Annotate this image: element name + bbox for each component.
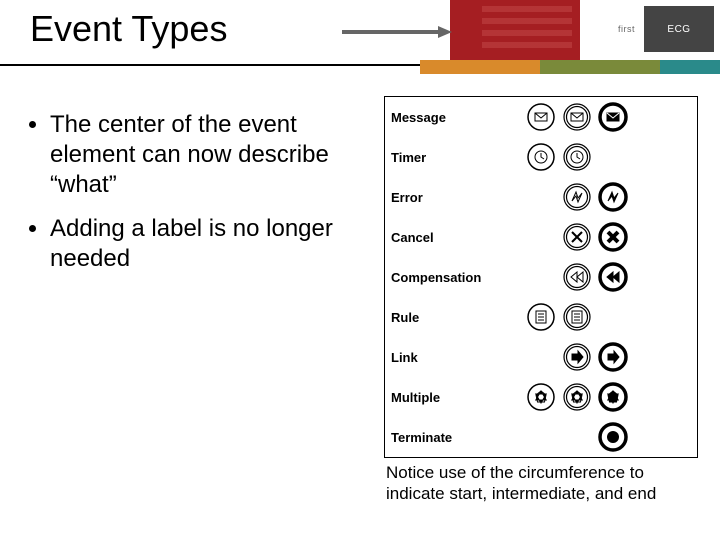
slide: Event Types ECG The center of the event … [0, 0, 720, 540]
cancel-end-icon [598, 222, 628, 252]
table-row: Error [385, 177, 697, 217]
event-types-table: MessageTimerErrorCancelCompensationRuleL… [384, 96, 698, 458]
clock-start-icon [526, 142, 556, 172]
event-type-icons [517, 257, 697, 297]
event-type-icons [517, 177, 697, 217]
envelope-intermediate-icon [562, 102, 592, 132]
link-end-icon [598, 342, 628, 372]
event-type-label: Link [385, 337, 517, 377]
table-row: Timer [385, 137, 697, 177]
header-graphic: ECG [460, 0, 720, 80]
header-bar-olive [540, 60, 660, 74]
event-type-label: Compensation [385, 257, 517, 297]
event-type-icons [517, 417, 697, 457]
header-red-block [450, 0, 580, 60]
event-type-icons [517, 137, 697, 177]
event-type-icons [517, 297, 697, 337]
event-type-label: Rule [385, 297, 517, 337]
event-type-label: Cancel [385, 217, 517, 257]
bullet-item: The center of the event element can now … [50, 110, 358, 200]
multiple-intermediate-icon [562, 382, 592, 412]
link-intermediate-icon [562, 342, 592, 372]
multiple-end-icon [598, 382, 628, 412]
table-row: Terminate [385, 417, 697, 457]
event-type-label: Error [385, 177, 517, 217]
table-row: Rule [385, 297, 697, 337]
event-type-icons [517, 217, 697, 257]
envelope-end-icon [598, 102, 628, 132]
bullet-list: The center of the event element can now … [28, 110, 358, 288]
event-type-label: Multiple [385, 377, 517, 417]
slide-title: Event Types [30, 8, 227, 50]
multiple-start-icon [526, 382, 556, 412]
rule-start-icon [526, 302, 556, 332]
table-row: Cancel [385, 217, 697, 257]
table-row: Link [385, 337, 697, 377]
cancel-intermediate-icon [562, 222, 592, 252]
rule-intermediate-icon [562, 302, 592, 332]
table-row: Compensation [385, 257, 697, 297]
event-type-icons [517, 97, 697, 137]
logo-icon: ECG [644, 6, 714, 52]
envelope-start-icon [526, 102, 556, 132]
terminate-end-icon [598, 422, 628, 452]
event-type-icons [517, 377, 697, 417]
header-bar-teal [660, 60, 720, 74]
event-type-label: Timer [385, 137, 517, 177]
clock-intermediate-icon [562, 142, 592, 172]
compensation-end-icon [598, 262, 628, 292]
event-type-label: Message [385, 97, 517, 137]
event-type-label: Terminate [385, 417, 517, 457]
caption-text: Notice use of the circumference to indic… [386, 462, 698, 505]
error-intermediate-icon [562, 182, 592, 212]
table-row: Message [385, 97, 697, 137]
header-bar-orange [420, 60, 540, 74]
bullet-item: Adding a label is no longer needed [50, 214, 358, 274]
table-row: Multiple [385, 377, 697, 417]
error-end-icon [598, 182, 628, 212]
compensation-intermediate-icon [562, 262, 592, 292]
arrow-icon [342, 26, 452, 38]
event-type-icons [517, 337, 697, 377]
